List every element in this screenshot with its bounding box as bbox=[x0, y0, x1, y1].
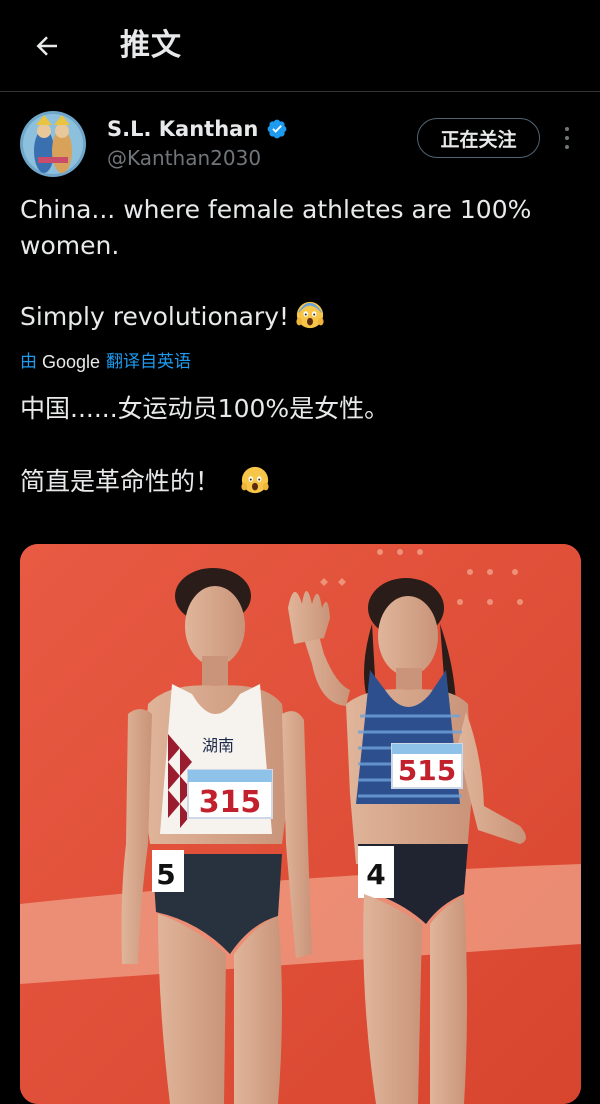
verified-badge-icon bbox=[267, 119, 287, 139]
translated-from-english-link[interactable]: 翻译自英语 bbox=[106, 348, 191, 376]
tweet-text-line: women. bbox=[20, 231, 120, 260]
tweet-text: Simply revolutionary! bbox=[20, 302, 290, 331]
arrow-left-icon bbox=[36, 36, 57, 56]
translated-text-line-with-emoji: 简直是革命性的！ bbox=[20, 464, 580, 500]
translation-by-label: 由 bbox=[20, 352, 37, 372]
tweet-text-line: China... where female athletes are 100% bbox=[20, 195, 532, 224]
avatar[interactable] bbox=[20, 111, 86, 177]
face-screaming-in-fear-emoji bbox=[296, 301, 324, 329]
more-options-button[interactable] bbox=[556, 122, 578, 154]
following-button[interactable]: 正在关注 bbox=[417, 118, 540, 158]
tweet-photo[interactable]: 315 湖南 5 515 4 bbox=[20, 544, 581, 1104]
hip-number-right: 4 bbox=[366, 858, 385, 891]
author-name-text: S.L. Kanthan bbox=[107, 117, 259, 141]
google-logo: Google bbox=[42, 352, 101, 372]
more-vertical-icon bbox=[565, 127, 569, 131]
more-vertical-icon-dot bbox=[565, 136, 569, 140]
face-screaming-in-fear-emoji bbox=[241, 466, 269, 494]
team-text-left: 湖南 bbox=[202, 736, 234, 755]
hip-number-left: 5 bbox=[156, 858, 175, 891]
top-bar: 推文 bbox=[0, 0, 600, 92]
translated-text-line: 中国......女运动员100%是女性。 bbox=[20, 394, 390, 423]
author-handle[interactable]: @Kanthan2030 bbox=[107, 144, 261, 172]
translation-attribution: 由 Google 翻译自英语 bbox=[20, 348, 191, 376]
tweet-text-line-with-emoji: Simply revolutionary! bbox=[20, 299, 580, 335]
author-name[interactable]: S.L. Kanthan bbox=[107, 115, 288, 143]
translated-text: 简直是革命性的！ bbox=[20, 467, 221, 496]
more-vertical-icon-dot bbox=[565, 145, 569, 149]
bib-number-left: 315 bbox=[199, 785, 262, 820]
back-button[interactable] bbox=[22, 24, 72, 68]
bib-number-right: 515 bbox=[398, 754, 456, 787]
page-title: 推文 bbox=[120, 28, 182, 63]
